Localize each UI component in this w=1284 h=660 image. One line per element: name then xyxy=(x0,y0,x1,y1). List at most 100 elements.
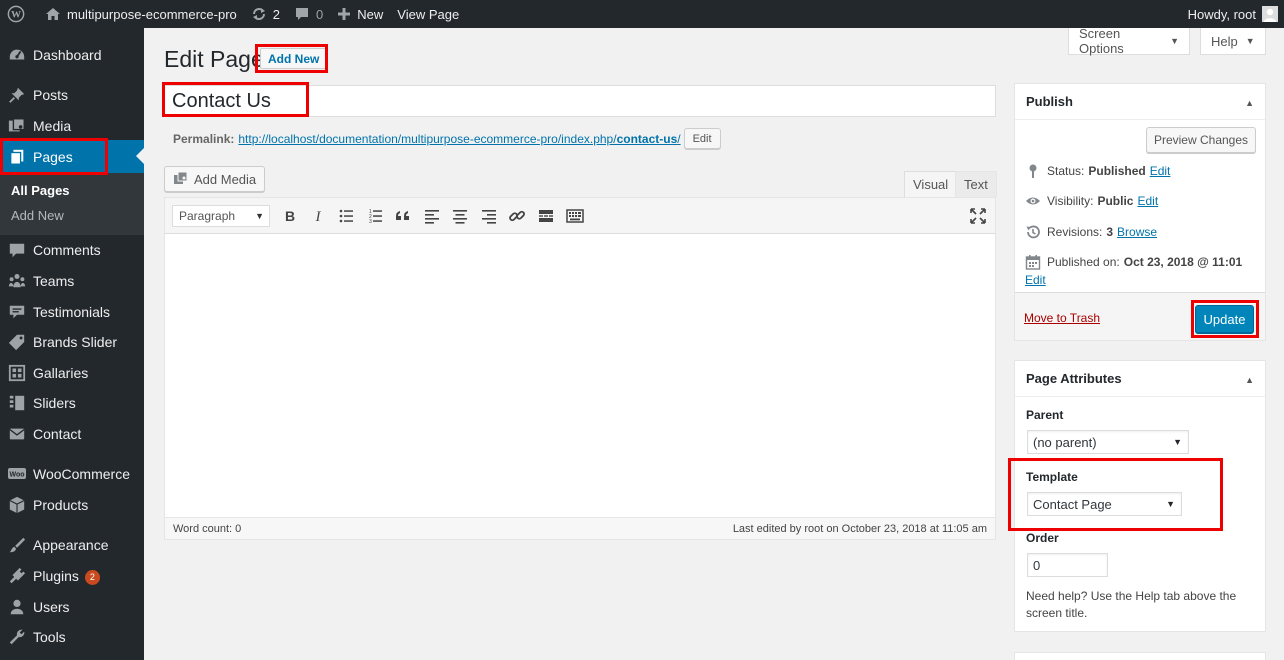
menu-tools[interactable]: Tools xyxy=(0,622,144,652)
italic-icon[interactable]: I xyxy=(308,206,328,226)
blockquote-icon[interactable] xyxy=(393,206,413,226)
word-count: Word count: 0 xyxy=(173,523,242,535)
dashboard-icon xyxy=(7,45,27,65)
menu-label: Users xyxy=(33,599,70,615)
site-name: multipurpose-ecommerce-pro xyxy=(67,6,237,22)
permalink-edit-button[interactable]: Edit xyxy=(683,128,721,149)
editor-content-area[interactable] xyxy=(165,234,995,517)
order-label: Order xyxy=(1026,531,1059,545)
my-account[interactable]: Howdy, root xyxy=(1188,0,1284,28)
menu-contact[interactable]: Contact xyxy=(0,419,144,449)
align-left-icon[interactable] xyxy=(422,206,442,226)
menu-appearance[interactable]: Appearance xyxy=(0,530,144,560)
menu-label: Posts xyxy=(33,87,69,103)
browse-revisions-link[interactable]: Browse xyxy=(1117,225,1157,239)
permalink-slug: contact-us xyxy=(616,131,678,146)
comments-link[interactable]: 0 xyxy=(287,0,330,28)
menu-label: Comments xyxy=(33,242,101,258)
screen-options-label: Screen Options xyxy=(1079,26,1124,56)
testimonial-icon xyxy=(7,302,27,322)
publish-header[interactable]: Publish ▲ xyxy=(1015,84,1265,120)
bold-icon[interactable]: B xyxy=(280,206,300,226)
numbered-list-icon[interactable]: 123 xyxy=(365,206,385,226)
menu-woocommerce[interactable]: Woo WooCommerce xyxy=(0,459,144,489)
next-postbox xyxy=(1014,652,1266,660)
format-value: Paragraph xyxy=(179,209,236,223)
menu-label: Tools xyxy=(33,629,66,645)
menu-dashboard[interactable]: Dashboard xyxy=(0,40,144,70)
menu-posts[interactable]: Posts xyxy=(0,80,144,110)
caret-down-icon: ▼ xyxy=(1170,36,1179,46)
bullet-list-icon[interactable] xyxy=(336,206,356,226)
page-attributes-help: Need help? Use the Help tab above the sc… xyxy=(1026,589,1237,620)
menu-gallaries[interactable]: Gallaries xyxy=(0,358,144,388)
parent-value: (no parent) xyxy=(1033,434,1097,450)
move-to-trash-link[interactable]: Move to Trash xyxy=(1024,311,1100,325)
plugin-icon xyxy=(7,566,27,586)
woocommerce-icon: Woo xyxy=(7,464,27,484)
menu-media[interactable]: Media xyxy=(0,111,144,141)
published-edit-link[interactable]: Edit xyxy=(1025,273,1046,287)
comment-icon xyxy=(7,240,27,260)
menu-label: Dashboard xyxy=(33,47,102,63)
admin-bar: W multipurpose-ecommerce-pro 2 0 New Vie… xyxy=(0,0,1284,28)
page-attributes-header[interactable]: Page Attributes ▲ xyxy=(1015,361,1265,397)
published-label: Published on: xyxy=(1047,255,1120,269)
format-select[interactable]: Paragraph ▼ xyxy=(172,205,270,227)
screen-options-tab[interactable]: Screen Options ▼ xyxy=(1068,26,1190,56)
media-icon xyxy=(7,116,27,136)
site-name-link[interactable]: multipurpose-ecommerce-pro xyxy=(38,0,244,28)
menu-testimonials[interactable]: Testimonials xyxy=(0,297,144,327)
help-tab[interactable]: Help ▼ xyxy=(1200,28,1266,55)
align-right-icon[interactable] xyxy=(479,206,499,226)
menu-label: Teams xyxy=(33,273,75,289)
home-icon xyxy=(45,6,61,22)
menu-label: Contact xyxy=(33,426,82,442)
menu-label: Gallaries xyxy=(33,365,89,381)
visibility-edit-link[interactable]: Edit xyxy=(1137,194,1158,208)
fullscreen-icon[interactable] xyxy=(968,206,988,226)
add-media-button[interactable]: Add Media xyxy=(164,166,266,192)
menu-teams[interactable]: Teams xyxy=(0,266,144,296)
parent-select[interactable]: (no parent) ▼ xyxy=(1027,430,1189,454)
menu-label: Products xyxy=(33,497,89,513)
toolbar-toggle-icon[interactable] xyxy=(565,206,585,226)
status-label: Status: xyxy=(1047,164,1085,178)
menu-products[interactable]: Products xyxy=(0,490,144,520)
history-icon xyxy=(1025,224,1041,240)
order-input[interactable] xyxy=(1027,553,1108,577)
gallery-icon xyxy=(7,363,27,383)
menu-sliders[interactable]: Sliders xyxy=(0,388,144,418)
caret-down-icon: ▼ xyxy=(1245,36,1255,46)
page-title: Edit Page xyxy=(164,46,264,72)
svg-text:W: W xyxy=(11,10,21,21)
new-content-link[interactable]: New xyxy=(330,0,390,28)
permalink-label: Permalink: xyxy=(173,131,235,146)
revisions-value: 3 xyxy=(1106,225,1114,239)
highlight-pages-menu xyxy=(0,138,108,175)
permalink-url[interactable]: http://localhost/documentation/multipurp… xyxy=(238,132,680,146)
submenu-all-pages[interactable]: All Pages xyxy=(11,183,70,198)
menu-users[interactable]: Users xyxy=(0,592,144,622)
tab-visual[interactable]: Visual xyxy=(904,171,958,197)
menu-brands-slider[interactable]: Brands Slider xyxy=(0,327,144,357)
plugins-update-badge: 2 xyxy=(84,569,100,585)
status-edit-link[interactable]: Edit xyxy=(1150,164,1171,178)
wordpress-logo-menu[interactable]: W xyxy=(0,0,38,28)
visibility-row: Visibility: Public Edit xyxy=(1025,193,1158,209)
tab-text[interactable]: Text xyxy=(955,171,997,197)
collapse-icon[interactable]: ▲ xyxy=(1245,98,1254,108)
link-icon[interactable] xyxy=(507,206,527,226)
collapse-icon[interactable]: ▲ xyxy=(1245,375,1254,385)
read-more-icon[interactable] xyxy=(536,206,556,226)
menu-plugins[interactable]: Plugins 2 xyxy=(0,561,144,591)
menu-comments[interactable]: Comments xyxy=(0,235,144,265)
view-page-link[interactable]: View Page xyxy=(390,0,466,28)
update-icon xyxy=(251,6,267,22)
updates-link[interactable]: 2 xyxy=(244,0,287,28)
preview-changes-button[interactable]: Preview Changes xyxy=(1146,127,1256,153)
align-center-icon[interactable] xyxy=(450,206,470,226)
products-icon xyxy=(7,495,27,515)
submenu-add-new[interactable]: Add New xyxy=(11,208,64,223)
groups-icon xyxy=(7,271,27,291)
